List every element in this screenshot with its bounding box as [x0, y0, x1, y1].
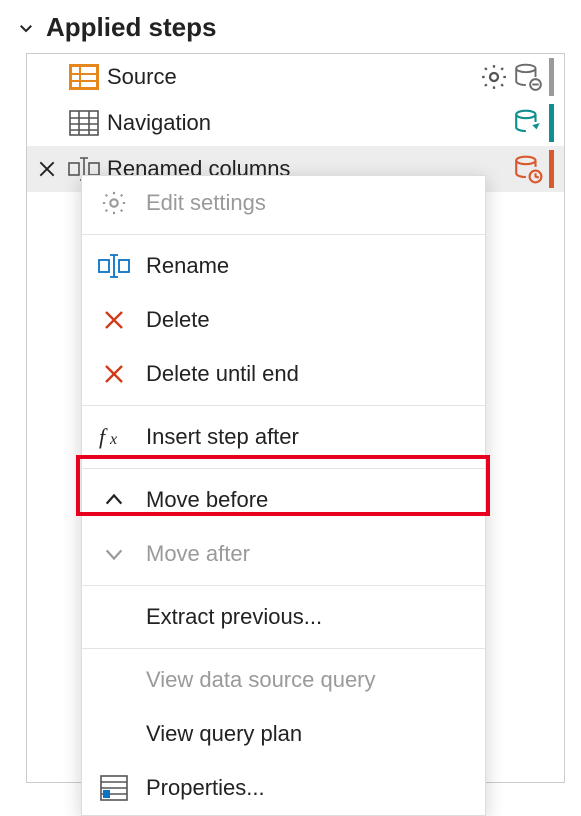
- fx-icon: f x: [96, 425, 132, 449]
- menu-label: Move after: [146, 541, 250, 567]
- step-label: Source: [107, 64, 473, 90]
- step-status-bar: [549, 150, 554, 188]
- database-refresh-icon: [513, 108, 543, 138]
- menu-separator: [82, 405, 485, 406]
- menu-label: Insert step after: [146, 424, 299, 450]
- menu-delete[interactable]: Delete: [82, 293, 485, 347]
- menu-insert-step-after[interactable]: f x Insert step after: [82, 410, 485, 464]
- menu-label: View data source query: [146, 667, 376, 693]
- database-warning-icon: [513, 62, 543, 92]
- menu-delete-until-end[interactable]: Delete until end: [82, 347, 485, 401]
- database-clock-icon: [513, 154, 543, 184]
- menu-edit-settings: Edit settings: [82, 176, 485, 230]
- chevron-up-icon: [96, 489, 132, 511]
- svg-text:x: x: [109, 431, 117, 448]
- step-status-bar: [549, 58, 554, 96]
- menu-move-after: Move after: [82, 527, 485, 581]
- applied-steps-title: Applied steps: [46, 12, 216, 43]
- menu-label: Properties...: [146, 775, 265, 801]
- chevron-down-icon: [96, 543, 132, 565]
- close-icon: [96, 308, 132, 332]
- menu-separator: [82, 468, 485, 469]
- menu-move-before[interactable]: Move before: [82, 473, 485, 527]
- properties-icon: [96, 775, 132, 801]
- rename-icon: [96, 254, 132, 278]
- menu-extract-previous[interactable]: Extract previous...: [82, 590, 485, 644]
- menu-view-query-plan[interactable]: View query plan: [82, 707, 485, 761]
- close-icon: [96, 362, 132, 386]
- menu-view-data-source-query: View data source query: [82, 653, 485, 707]
- source-icon: [67, 60, 101, 94]
- menu-label: Delete: [146, 307, 210, 333]
- step-status-bar: [549, 104, 554, 142]
- chevron-down-icon: [16, 19, 36, 37]
- step-source[interactable]: Source: [27, 54, 564, 100]
- menu-label: Move before: [146, 487, 268, 513]
- menu-separator: [82, 234, 485, 235]
- menu-label: Edit settings: [146, 190, 266, 216]
- svg-text:f: f: [99, 425, 108, 449]
- menu-label: Delete until end: [146, 361, 299, 387]
- menu-rename[interactable]: Rename: [82, 239, 485, 293]
- menu-separator: [82, 648, 485, 649]
- menu-properties[interactable]: Properties...: [82, 761, 485, 815]
- gear-icon[interactable]: [479, 62, 509, 92]
- menu-label: Rename: [146, 253, 229, 279]
- menu-label: Extract previous...: [146, 604, 322, 630]
- menu-label: View query plan: [146, 721, 302, 747]
- step-context-menu: Edit settings Rename Delete Delete until…: [81, 175, 486, 816]
- step-navigation[interactable]: Navigation: [27, 100, 564, 146]
- gear-icon: [96, 189, 132, 217]
- menu-separator: [82, 585, 485, 586]
- delete-step-button[interactable]: [33, 159, 61, 179]
- applied-steps-header[interactable]: Applied steps: [16, 12, 565, 43]
- step-label: Navigation: [107, 110, 507, 136]
- navigation-icon: [67, 106, 101, 140]
